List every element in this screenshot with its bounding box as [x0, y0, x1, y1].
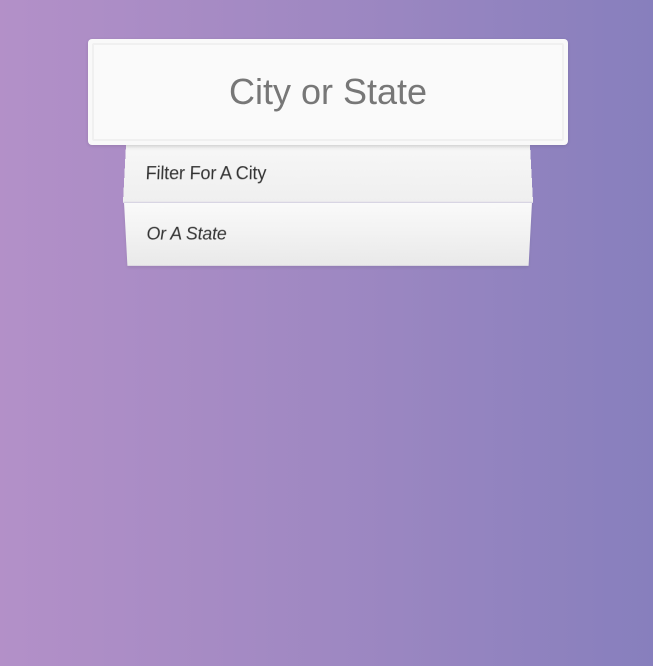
suggestions-list: Filter For A City Or A State: [88, 145, 568, 267]
suggestion-item-state[interactable]: Or A State: [124, 202, 532, 266]
search-box: [88, 39, 568, 145]
suggestion-item-city[interactable]: Filter For A City: [122, 145, 534, 203]
search-input[interactable]: [92, 43, 564, 141]
suggestion-label: Or A State: [146, 223, 227, 244]
suggestion-label: Filter For A City: [145, 162, 267, 183]
search-form: Filter For A City Or A State: [88, 39, 568, 267]
